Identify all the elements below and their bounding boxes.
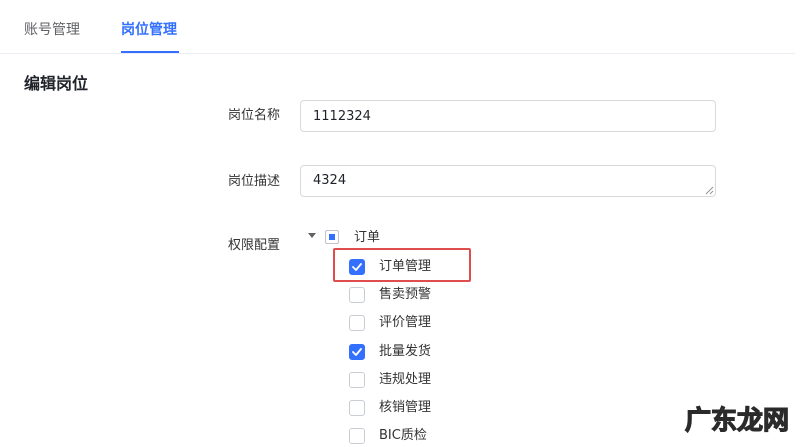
tab-bar: 账号管理 岗位管理 xyxy=(0,0,795,54)
section-title: 编辑岗位 xyxy=(24,74,89,93)
checkbox-unchecked-icon[interactable] xyxy=(349,400,365,416)
tree-item-label: BIC质检 xyxy=(379,428,427,443)
edit-position-page: 账号管理 岗位管理 编辑岗位 岗位名称 岗位描述 4324 权限配置 订单 订单… xyxy=(0,0,804,447)
active-tab-indicator xyxy=(121,51,179,53)
watermark-logo: 广东龙网 xyxy=(684,404,789,436)
checkbox-unchecked-icon[interactable] xyxy=(349,428,365,444)
resize-handle-icon[interactable] xyxy=(705,186,714,195)
checkbox-unchecked-icon[interactable] xyxy=(349,372,365,388)
checkbox-checked-icon[interactable] xyxy=(349,344,365,360)
tree-item-label: 核销管理 xyxy=(379,400,432,415)
order-parent-checkbox[interactable] xyxy=(325,230,339,244)
tree-node-order-label: 订单 xyxy=(354,230,381,245)
position-desc-textarea[interactable]: 4324 xyxy=(300,165,716,197)
position-name-label: 岗位名称 xyxy=(228,108,281,123)
tab-position-management[interactable]: 岗位管理 xyxy=(121,20,177,40)
watermark-text: 广东龙网 xyxy=(685,405,789,436)
tab-account-management[interactable]: 账号管理 xyxy=(24,20,80,40)
checkbox-unchecked-icon[interactable] xyxy=(349,315,365,331)
annotation-highlight-box xyxy=(333,248,471,282)
tree-item-label: 批量发货 xyxy=(379,344,432,359)
tree-item-label: 售卖预警 xyxy=(379,287,432,302)
permission-config-label: 权限配置 xyxy=(228,238,281,253)
indeterminate-mark-icon xyxy=(329,234,335,240)
position-desc-label: 岗位描述 xyxy=(228,174,281,189)
tree-item-label: 违规处理 xyxy=(379,372,432,387)
position-name-input[interactable] xyxy=(300,100,716,132)
caret-down-icon[interactable] xyxy=(308,233,316,238)
tree-item-label: 评价管理 xyxy=(379,315,432,330)
checkbox-unchecked-icon[interactable] xyxy=(349,287,365,303)
